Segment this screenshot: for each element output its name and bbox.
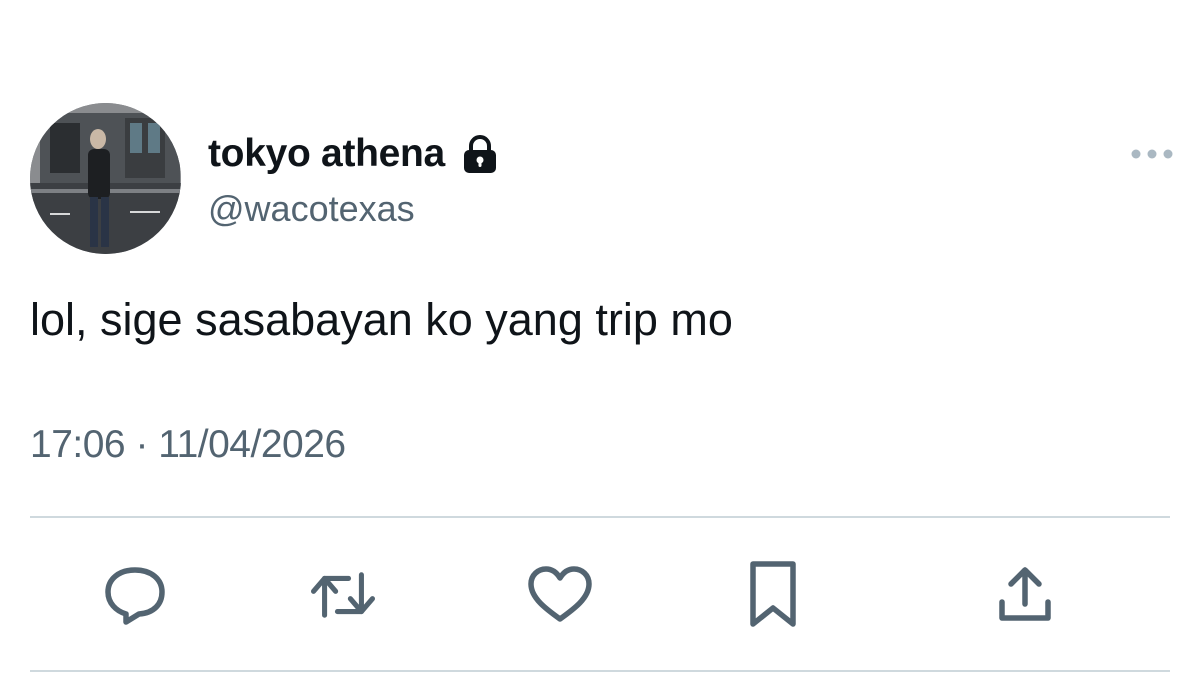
share-button[interactable] <box>990 560 1060 630</box>
author-display-name[interactable]: tokyo athena <box>208 130 501 178</box>
share-icon <box>999 567 1051 621</box>
tweet-date: 11/04/2026 <box>158 423 346 466</box>
reply-button[interactable] <box>100 560 170 630</box>
bookmark-icon <box>750 561 796 627</box>
like-button[interactable] <box>525 560 595 630</box>
avatar[interactable] <box>30 103 181 254</box>
reply-icon <box>105 567 165 625</box>
avatar-photo <box>30 103 181 254</box>
divider <box>30 516 1170 518</box>
tweet-time: 17:06 <box>30 423 126 466</box>
author-handle[interactable]: @wacotexas <box>208 186 415 232</box>
heart-icon <box>528 566 592 622</box>
more-options-button[interactable] <box>1124 134 1180 174</box>
lock-icon <box>459 133 501 175</box>
divider <box>30 670 1170 672</box>
more-icon <box>1131 149 1173 159</box>
bookmark-button[interactable] <box>738 560 808 630</box>
meta-separator: · <box>135 423 148 466</box>
display-name-text: tokyo athena <box>208 132 445 175</box>
tweet-text: lol, sige sasabayan ko yang trip mo <box>30 294 733 345</box>
retweet-icon <box>310 572 376 618</box>
tweet-timestamp[interactable]: 17:06 · 11/04/2026 <box>30 419 346 471</box>
retweet-button[interactable] <box>308 560 378 630</box>
